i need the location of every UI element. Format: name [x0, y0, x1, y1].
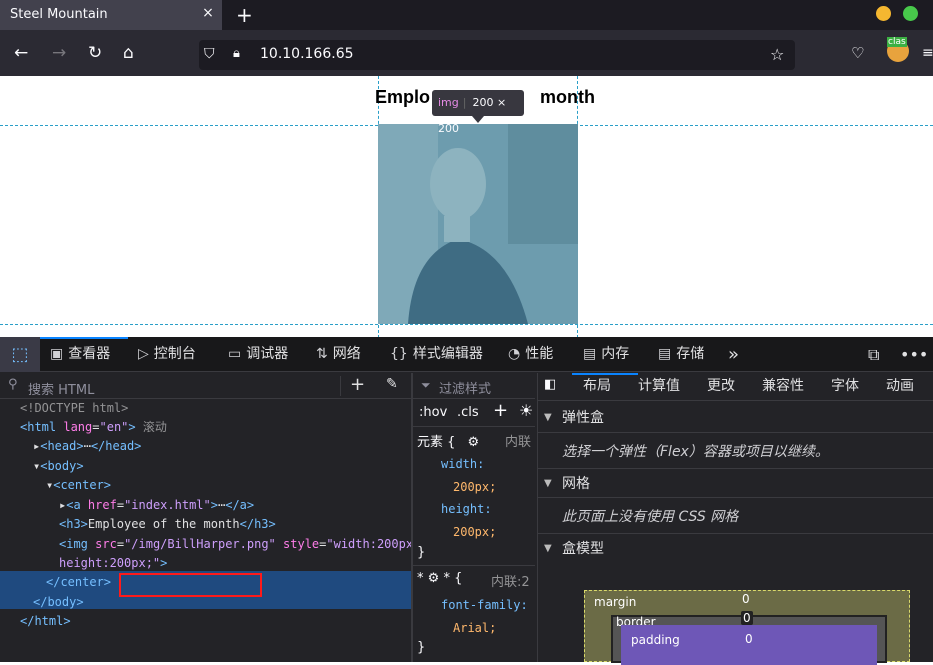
element-picker-icon[interactable]: ⬚	[0, 337, 40, 372]
style-filter[interactable]: ⏷ 过滤样式	[413, 373, 535, 399]
web-page: Emplo month img | 200 × 200	[0, 76, 933, 338]
sidebar-toggle-icon[interactable]: ◧	[544, 377, 556, 392]
devtools-panel: ⬚ ▣ 查看器 ▷ 控制台 ▭ 调试器 ⇅ 网络 {} 样式编辑器 ◔ 性能 ▤ 内存 ▤ 存储…	[0, 337, 933, 665]
tab-layout[interactable]: 布局	[583, 373, 611, 399]
bookmark-star-icon[interactable]: ☆	[770, 45, 784, 64]
dom-tree-node[interactable]: ▸<a href="index.html">⋯</a>	[0, 496, 411, 516]
gear-icon[interactable]: ⚙	[428, 571, 440, 586]
home-icon[interactable]: ⌂	[123, 43, 134, 63]
tab-style-editor[interactable]: {} 样式编辑器	[390, 337, 483, 372]
search-icon: ⚲	[8, 377, 18, 392]
dom-tree-node[interactable]: ▾<body>	[0, 457, 411, 477]
tab-bar: Steel Mountain × +	[0, 0, 933, 30]
menu-icon[interactable]: ≡	[922, 43, 933, 63]
tab-compatibility[interactable]: 兼容性	[762, 373, 804, 399]
style-editor-icon: {}	[390, 346, 408, 362]
box-model-margin: margin 0 border 0 padding 0	[584, 590, 910, 665]
new-tab-button[interactable]: +	[236, 3, 253, 27]
maximize-button[interactable]	[903, 6, 918, 21]
extension-icon[interactable]: clas	[887, 37, 909, 62]
tab-storage[interactable]: ▤ 存储	[658, 337, 704, 372]
shield-icon[interactable]: ⛉	[204, 46, 215, 62]
annotation-box	[119, 573, 262, 597]
reload-icon[interactable]: ↻	[88, 43, 102, 63]
hov-toggle[interactable]: :hov	[419, 405, 447, 420]
collapse-icon: ▼	[544, 543, 552, 554]
debugger-icon: ▭	[228, 346, 242, 362]
tab-close-icon[interactable]: ×	[199, 4, 217, 22]
eyedropper-icon[interactable]: ✎	[386, 376, 398, 392]
browser-tab[interactable]: Steel Mountain	[0, 0, 222, 30]
options-menu-icon[interactable]: •••	[900, 337, 928, 372]
tab-console[interactable]: ▷ 控制台	[138, 337, 196, 372]
dom-tree-node[interactable]: <!DOCTYPE html>	[0, 399, 411, 419]
back-icon[interactable]: ←	[14, 43, 28, 63]
filter-icon: ⏷	[421, 378, 431, 392]
pocket-icon[interactable]: ♡	[851, 43, 864, 63]
add-node-icon[interactable]: +	[350, 374, 365, 395]
inspector-icon: ▣	[50, 346, 64, 362]
tab-memory[interactable]: ▤ 内存	[583, 337, 629, 372]
performance-icon: ◔	[508, 346, 521, 362]
tab-animations[interactable]: 动画	[886, 373, 914, 399]
tab-debugger[interactable]: ▭ 调试器	[228, 337, 288, 372]
guide-line	[0, 324, 933, 325]
markup-view: ⚲ 搜索 HTML + ✎ <!DOCTYPE html> <html lang=…	[0, 373, 420, 662]
add-rule-icon[interactable]: +	[493, 400, 508, 421]
tab-title: Steel Mountain	[10, 7, 108, 22]
memory-icon: ▤	[583, 346, 597, 362]
element-tooltip: img | 200 × 200	[432, 90, 524, 135]
universal-selector: *	[417, 571, 424, 586]
devtools-toolbar: ⬚ ▣ 查看器 ▷ 控制台 ▭ 调试器 ⇅ 网络 {} 样式编辑器 ◔ 性能 ▤ 内存 ▤ 存储…	[0, 337, 933, 372]
dom-tree-node[interactable]: <html lang="en"> 滚动	[0, 418, 411, 438]
insecure-lock-icon[interactable]: 🔒︎	[233, 46, 240, 61]
more-tabs-icon[interactable]: »	[728, 337, 739, 372]
url-text[interactable]: 10.10.166.65	[260, 46, 354, 62]
dom-tree-node[interactable]: </html>	[0, 612, 411, 632]
collapse-icon: ▼	[544, 412, 552, 423]
box-model-section-header[interactable]: ▼ 盒模型	[538, 533, 933, 563]
tab-network[interactable]: ⇅ 网络	[316, 337, 361, 372]
dom-tree-node[interactable]: height:200px;">	[0, 554, 411, 574]
console-icon: ▷	[138, 346, 149, 362]
gear-icon[interactable]: ⚙	[468, 435, 480, 450]
tab-performance[interactable]: ◔ 性能	[508, 337, 553, 372]
padding-value[interactable]: 0	[745, 632, 753, 646]
html-search[interactable]: ⚲ 搜索 HTML + ✎	[0, 373, 411, 399]
margin-value[interactable]: 0	[742, 592, 750, 606]
grid-section-header[interactable]: ▼ 网格	[538, 468, 933, 498]
minimize-button[interactable]	[876, 6, 891, 21]
tooltip-arrow	[472, 116, 484, 123]
box-model-border: border 0 padding 0	[611, 611, 887, 665]
employee-photo	[378, 124, 578, 324]
dom-tree-node[interactable]: <img src="/img/BillHarper.png" style="wi…	[0, 535, 420, 555]
tab-computed[interactable]: 计算值	[638, 373, 680, 399]
collapse-icon: ▼	[544, 478, 552, 489]
layout-panel: ◧ 布局 计算值 更改 兼容性 字体 动画 ▼ 弹性盒 选择一个弹性（Flex）容…	[537, 373, 933, 665]
cls-toggle[interactable]: .cls	[457, 405, 479, 420]
forward-icon[interactable]: →	[52, 43, 66, 63]
dom-tree-node[interactable]: <h3>Employee of the month</h3>	[0, 515, 411, 535]
light-theme-icon[interactable]: ☀	[519, 401, 533, 420]
tab-changes[interactable]: 更改	[707, 373, 735, 399]
tab-fonts[interactable]: 字体	[831, 373, 859, 399]
storage-icon: ▤	[658, 346, 672, 362]
tab-inspector[interactable]: ▣ 查看器	[50, 337, 110, 372]
box-model-padding: padding 0	[621, 625, 877, 665]
flexbox-section-header[interactable]: ▼ 弹性盒	[538, 403, 933, 433]
rules-view: ⏷ 过滤样式 :hov .cls + ☀ 元素 { ⚙ 内联 width: 20…	[413, 373, 535, 662]
dom-tree-node[interactable]: ▾<center>	[0, 476, 411, 496]
network-icon: ⇅	[316, 346, 328, 362]
dom-tree-node[interactable]: ▸<head>⋯</head>	[0, 437, 411, 457]
border-value[interactable]: 0	[741, 611, 753, 625]
dock-icon[interactable]: ⧉	[868, 337, 879, 372]
